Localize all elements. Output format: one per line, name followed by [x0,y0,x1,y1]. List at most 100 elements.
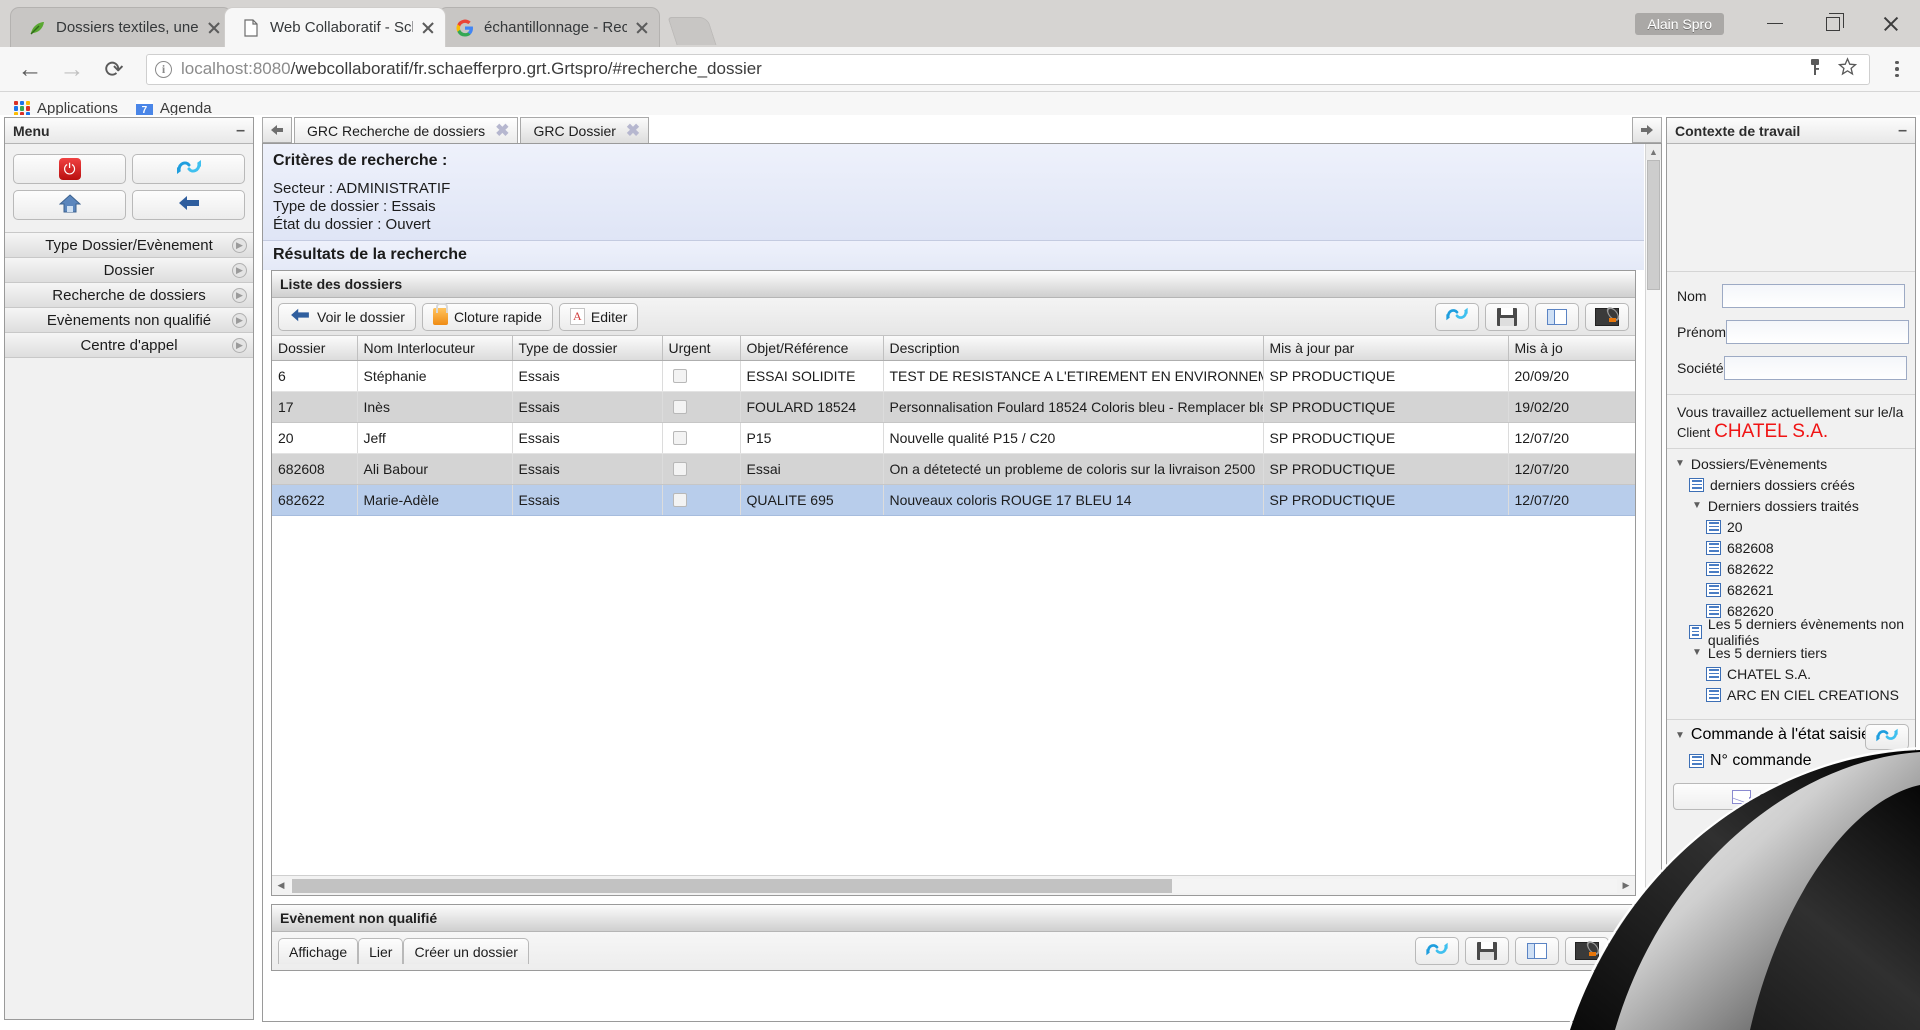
vscroll-track[interactable] [1646,160,1661,1005]
chevron-right-icon[interactable]: ▶ [232,288,247,303]
cloture-rapide-button[interactable]: Cloture rapide [422,303,553,331]
col-objet-reference[interactable]: Objet/Référence [740,336,883,361]
tree-node-20[interactable]: 20 [1675,516,1907,537]
tree-node-derniers-dossiers-crees[interactable]: derniers dossiers créés [1675,474,1907,495]
grid-columns-button[interactable] [1535,303,1579,331]
tree-node-682622[interactable]: 682622 [1675,558,1907,579]
tree-node-5-derniers-evenements[interactable]: Les 5 derniers évènements non qualifiés [1675,621,1907,642]
tree-node-derniers-dossiers-traites[interactable]: ▼ Derniers dossiers traités [1675,495,1907,516]
col-type-dossier[interactable]: Type de dossier [512,336,662,361]
hscroll-thumb[interactable] [292,879,1172,893]
vscroll-thumb[interactable] [1647,160,1660,290]
scroll-down-arrow-icon[interactable]: ▼ [1646,1005,1661,1021]
tree-node-682621[interactable]: 682621 [1675,579,1907,600]
tabs-scroll-left-button[interactable] [262,117,292,143]
prenom-input[interactable] [1726,320,1909,344]
browser-tab-1[interactable]: Web Collaboratif - Schae [224,7,446,47]
close-icon[interactable] [417,17,439,39]
close-icon[interactable] [631,17,653,39]
browser-tab-2[interactable]: échantillonnage - Recher [438,7,660,47]
voir-le-dossier-button[interactable]: Voir le dossier [278,303,416,331]
commande-section-header[interactable]: ▼ Commande à l'état saisie [1667,720,1915,750]
app-tab-grc-recherche[interactable]: GRC Recherche de dossiers ✖ [294,117,518,143]
table-row[interactable]: 20 Jeff Essais P15 Nouvelle qualité P15 … [272,423,1635,454]
close-icon[interactable]: ✖ [495,124,509,138]
user-profile-chip[interactable]: Alain Spro [1635,13,1724,35]
minimize-button[interactable] [1746,5,1804,43]
close-icon[interactable]: ✖ [626,124,640,138]
lier-button[interactable]: Lier [358,938,403,964]
triangle-down-icon[interactable]: ▼ [1692,647,1702,658]
browser-tab-0[interactable]: Dossiers textiles, une sol [10,7,232,47]
home-button[interactable] [13,190,126,220]
col-mis-a-jour-le[interactable]: Mis à jo [1508,336,1635,361]
tree-node-numero-commande[interactable]: N° commande [1675,750,1915,771]
chevron-right-icon[interactable]: ▶ [232,238,247,253]
grid-export-button[interactable] [1585,303,1629,331]
collapse-icon[interactable]: – [1898,126,1907,136]
urgent-checkbox[interactable] [673,462,687,476]
tree-node-arc-en-ciel[interactable]: ARC EN CIEL CREATIONS [1675,684,1907,705]
hscroll-track[interactable] [290,879,1617,893]
sidebar-item-dossier[interactable]: Dossier ▶ [5,258,253,283]
col-mis-a-jour-par[interactable]: Mis à jour par [1263,336,1508,361]
content-vertical-scrollbar[interactable]: ▲ ▼ [1645,144,1661,1021]
grid-refresh-button[interactable] [1435,303,1479,331]
commande-refresh-button[interactable] [1865,724,1909,750]
messagerie-button[interactable]: Messagerie int [1673,783,1909,810]
grid-save-button[interactable] [1485,303,1529,331]
power-button[interactable] [13,154,126,184]
sidebar-item-type-dossier[interactable]: Type Dossier/Evènement ▶ [5,233,253,258]
address-bar[interactable]: i localhost:8080/webcollaboratif/fr.scha… [146,54,1870,85]
col-urgent[interactable]: Urgent [662,336,740,361]
scroll-left-arrow-icon[interactable]: ◀ [272,880,290,891]
table-row[interactable]: 17 Inès Essais FOULARD 18524 Personnalis… [272,392,1635,423]
sidebar-item-evenements-non-qualifie[interactable]: Evènements non qualifié ▶ [5,308,253,333]
chevron-right-icon[interactable]: ▶ [232,338,247,353]
refresh-button[interactable] [132,154,245,184]
site-info-icon[interactable]: i [155,61,172,78]
col-description[interactable]: Description [883,336,1263,361]
chevron-right-icon[interactable]: ▶ [232,313,247,328]
browser-menu-button[interactable] [1884,49,1910,89]
urgent-checkbox[interactable] [673,431,687,445]
col-dossier[interactable]: Dossier [272,336,357,361]
triangle-down-icon[interactable]: ▼ [1692,500,1702,511]
triangle-down-icon[interactable]: ▼ [1675,730,1685,741]
bookmark-star-icon[interactable] [1838,57,1857,82]
maximize-button[interactable] [1804,5,1862,43]
triangle-down-icon[interactable]: ▼ [1675,458,1685,469]
event-export-button[interactable] [1565,937,1609,965]
key-icon[interactable] [1808,58,1822,81]
back-nav-button[interactable] [132,190,245,220]
tabs-scroll-right-button[interactable] [1632,117,1662,143]
urgent-checkbox[interactable] [673,400,687,414]
grid-horizontal-scrollbar[interactable]: ◀ ▶ [272,875,1635,895]
new-tab-button[interactable] [667,17,716,45]
nom-input[interactable] [1722,284,1905,308]
forward-button[interactable]: → [52,49,92,89]
col-nom-interlocuteur[interactable]: Nom Interlocuteur [357,336,512,361]
event-refresh-button[interactable] [1415,937,1459,965]
chevron-right-icon[interactable]: ▶ [232,263,247,278]
table-row[interactable]: 682622 Marie-Adèle Essais QUALITE 695 No… [272,485,1635,516]
back-button[interactable]: ← [10,49,50,89]
event-columns-button[interactable] [1515,937,1559,965]
table-row[interactable]: 6 Stéphanie Essais ESSAI SOLIDITE TEST D… [272,361,1635,392]
chevron-down-icon[interactable]: ▾ [1621,944,1627,958]
dossier-table-wrapper[interactable]: Dossier Nom Interlocuteur Type de dossie… [272,336,1635,875]
affichage-button[interactable]: Affichage [278,938,358,964]
tree-node-682608[interactable]: 682608 [1675,537,1907,558]
table-row[interactable]: 682608 Ali Babour Essais Essai On a déte… [272,454,1635,485]
reload-button[interactable]: ⟳ [94,49,134,89]
close-button[interactable] [1862,5,1920,43]
scroll-up-arrow-icon[interactable]: ▲ [1646,144,1661,160]
creer-un-dossier-button[interactable]: Créer un dossier [403,938,529,964]
editer-button[interactable]: A Editer [559,303,639,331]
urgent-checkbox[interactable] [673,369,687,383]
tree-node-chatel-sa[interactable]: CHATEL S.A. [1675,663,1907,684]
urgent-checkbox[interactable] [673,493,687,507]
app-tab-grc-dossier[interactable]: GRC Dossier ✖ [520,117,649,143]
sidebar-item-centre-appel[interactable]: Centre d'appel ▶ [5,333,253,358]
sidebar-item-recherche-dossiers[interactable]: Recherche de dossiers ▶ [5,283,253,308]
